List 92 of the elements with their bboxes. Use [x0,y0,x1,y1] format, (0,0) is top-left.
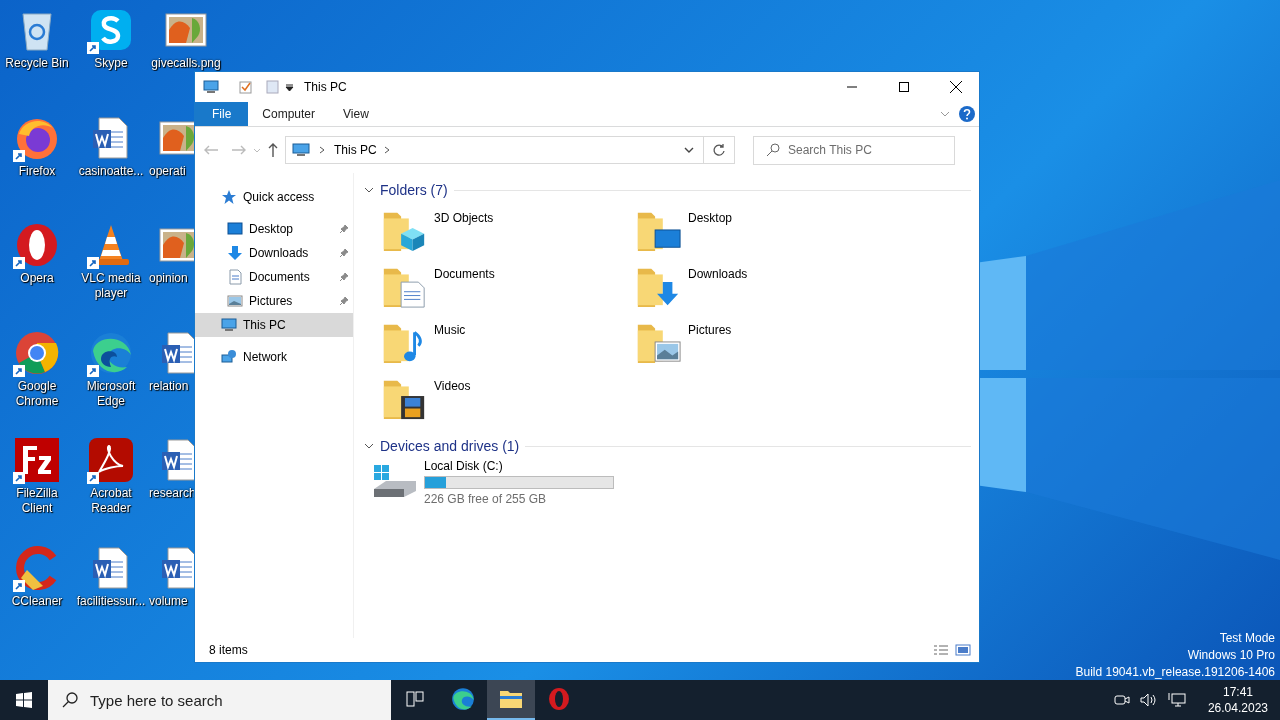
navigation-item[interactable]: Desktop [195,217,353,241]
pin-icon[interactable] [339,224,349,234]
close-icon [950,81,962,93]
drive-name[interactable]: Local Disk (C:) [424,459,614,473]
desktop-icon-label[interactable]: volume [149,594,188,609]
opera-icon [548,687,570,711]
chevron-icon[interactable] [364,185,374,195]
download-arrow-icon [227,245,243,261]
desktop-icon-label[interactable]: casinoatte... [78,163,144,179]
desktop-icon-label[interactable]: relation [149,378,189,394]
section-title: Devices and drives (1) [380,438,520,454]
search-field[interactable]: Search This PC [753,135,955,165]
ribbon-tab[interactable]: Computer [248,102,330,126]
up-arrow-icon[interactable] [267,142,279,158]
taskbar-app-button[interactable] [487,680,535,720]
desktop-icon-label[interactable]: FileZilla Client [2,486,72,517]
shortcut-arrow-icon [13,472,25,485]
pin-icon[interactable] [339,248,349,258]
address-bar[interactable]: This PC [285,136,735,164]
breadcrumb[interactable]: This PC [334,143,377,157]
chevron-icon[interactable] [364,441,374,451]
desktop-icon-label[interactable]: Recycle Bin [5,56,69,71]
clock[interactable]: 17:41 26.04.2023 [1207,684,1268,716]
navigation-item[interactable]: Quick access [195,185,353,209]
folder-item[interactable]: 3D Objects [380,205,634,261]
shortcut-arrow-icon [13,580,25,592]
computer-icon [292,143,310,157]
network-icon [221,349,237,365]
section-title: Folders (7) [380,182,448,198]
status-text: 8 items [209,643,249,657]
picture-icon [227,293,243,309]
desktop-icon-label[interactable]: Firefox [18,163,56,179]
desktop-icon-label[interactable]: Acrobat Reader [76,486,146,517]
dropdown-icon[interactable] [285,82,294,92]
desktop-icon-label[interactable]: Opera [20,271,54,287]
shortcut-arrow-icon [87,472,99,485]
star-icon [221,189,237,205]
window-title: This PC [304,80,348,94]
filezilla-icon [13,436,61,485]
folder-icon [499,689,523,709]
folder-item[interactable]: Documents [380,261,634,317]
network-monitor-icon[interactable] [1167,692,1186,708]
shortcut-arrow-icon [87,42,99,54]
taskbar-search-field[interactable]: Type here to search [48,680,391,720]
help-icon[interactable] [959,106,975,122]
chevron-icon[interactable] [382,146,391,154]
desktop-icon-label[interactable]: opinion [149,271,188,287]
pin-icon[interactable] [339,296,349,306]
folder-item[interactable]: Music [380,317,634,373]
desktop-icon-label[interactable]: facilitiessur... [76,594,146,609]
desktop-icon-label[interactable]: Google Chrome [2,378,72,409]
navigation-item[interactable]: This PC [195,313,353,337]
navigation-item[interactable]: Pictures [195,289,353,313]
system-info-text: Build 19041.vb_release.191206-1406 [1075,664,1275,681]
system-info-text: Windows 10 Pro [1187,647,1275,664]
folder-item[interactable]: Desktop [634,205,888,261]
desktop-icon-label[interactable]: givecalls.png [151,56,221,71]
desktop-icon-label[interactable]: VLC media player [76,271,146,302]
shortcut-arrow-icon [13,149,25,162]
navigation-item[interactable]: Documents [195,265,353,289]
desktop-icon-label[interactable]: CCleaner [11,594,63,609]
properties-icon[interactable] [239,80,253,94]
chevron-icon [318,146,326,154]
speaker-icon[interactable] [1139,693,1158,707]
shortcut-arrow-icon [87,257,99,270]
computer-icon [221,317,237,333]
navigation-item[interactable]: Network [195,345,353,369]
free-space-text: 226 GB free of 255 GB [424,492,548,506]
folder-item[interactable]: Downloads [634,261,888,317]
pin-icon[interactable] [339,272,349,282]
desktop-icon-label[interactable]: Microsoft Edge [76,378,146,409]
camera-icon[interactable] [1113,693,1130,707]
acrobat-icon [87,436,135,485]
shortcut-arrow-icon [13,257,25,270]
navigation-item[interactable]: Downloads [195,241,353,265]
desktop-icon-label[interactable]: operati [149,163,186,179]
desktop-icon [227,221,243,237]
desktop-icon-label[interactable]: Skype [94,56,128,71]
task-view-icon [406,691,424,707]
document-icon [227,269,243,285]
windows-logo-icon [16,692,32,708]
computer-icon [203,80,219,94]
search-icon [62,692,78,708]
refresh-icon[interactable] [712,143,726,157]
folder-item[interactable]: Videos [380,373,634,429]
maximize-icon [899,82,909,92]
folder-item[interactable]: Pictures [634,317,888,373]
system-info-text: Test Mode [1219,630,1275,647]
search-icon [766,143,780,157]
edge-icon [450,686,476,712]
ribbon-tab[interactable]: View [329,102,383,126]
large-icons-view-icon[interactable] [955,644,971,656]
